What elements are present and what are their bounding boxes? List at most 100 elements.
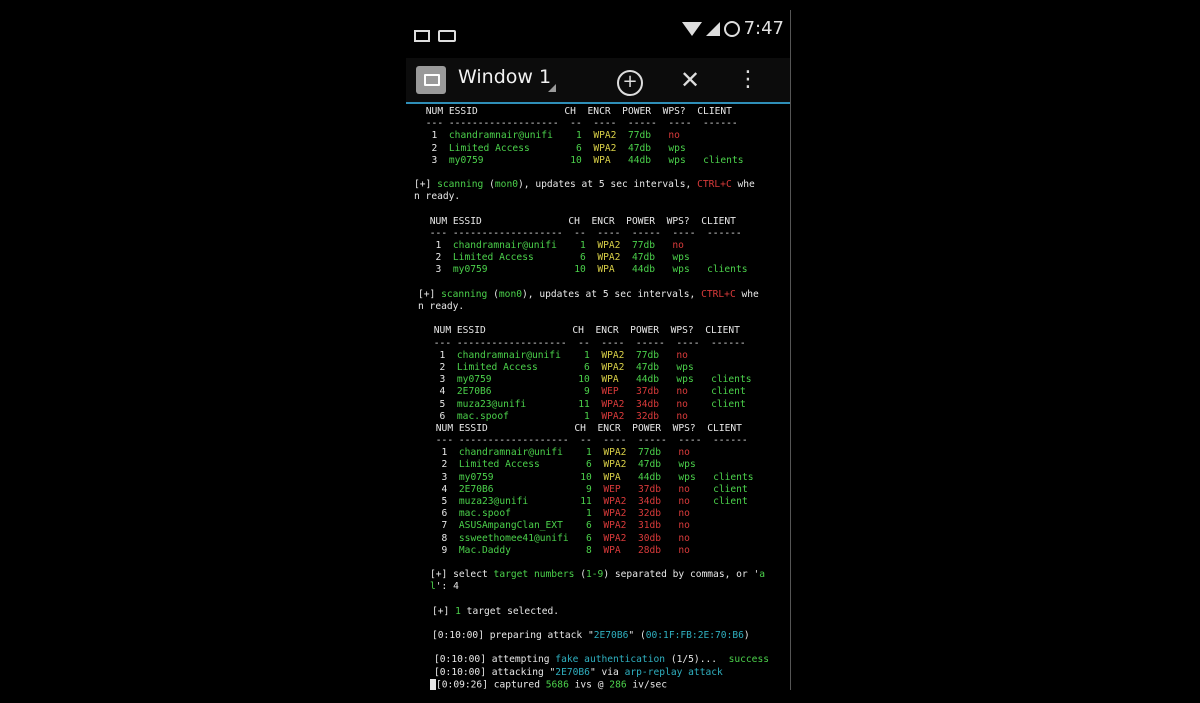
terminal-app-icon[interactable] — [416, 66, 446, 94]
row-wps: wps — [672, 252, 708, 264]
row-num: 3 — [424, 264, 453, 276]
row-encr: WPA2 — [603, 520, 638, 532]
msg-paren: ( — [487, 288, 499, 300]
row-power: 30db — [637, 532, 679, 544]
col-wps: WPS? — [666, 215, 702, 227]
row-wps: wps — [672, 264, 708, 276]
row-essid: chandramnair@unifi — [456, 349, 573, 361]
clock: 7:47 — [743, 18, 784, 39]
new-window-button[interactable]: + — [614, 64, 646, 96]
row-encr: WPA2 — [603, 496, 638, 507]
row-num: 1 — [420, 130, 449, 142]
row-client: clients — [711, 374, 752, 386]
table-row: 5 muza23@unifi 11 WPA2 34db no client — [412, 496, 790, 508]
row-ch: 1 — [574, 447, 604, 459]
scan-status-line-2: n ready. — [412, 301, 790, 313]
row-encr: WPA2 — [601, 349, 636, 361]
row-ch: 6 — [574, 532, 604, 544]
row-essid: Mac.Daddy — [458, 544, 575, 556]
row-power: 32db — [635, 410, 677, 422]
col-ch: CH — [574, 422, 598, 434]
row-essid: muza23@unifi — [458, 496, 575, 507]
col-client: CLIENT — [705, 325, 740, 337]
row-encr: WPA2 — [603, 447, 638, 459]
row-ch: 9 — [574, 483, 604, 495]
cap-unit: iv/sec — [626, 679, 668, 690]
preparing-line: [0:10:00] preparing attack "2E70B6" (00:… — [412, 630, 790, 642]
msg-mid: ), updates at 5 sec intervals, — [522, 288, 702, 300]
table-header-rule: --- ------------------- -- ---- ----- --… — [412, 118, 790, 130]
row-power: 77db — [627, 130, 669, 142]
col-ch: CH — [568, 215, 592, 227]
cap-ivs: 5686 — [545, 679, 569, 690]
col-num-essid: NUM ESSID — [420, 106, 565, 117]
table-header-rule: --- ------------------- -- ---- ----- --… — [412, 435, 790, 447]
msg-tail: whe — [735, 288, 759, 300]
table-row: 3 my0759 10 WPA 44db wps clients — [412, 154, 790, 167]
action-bar: Window 1 + ✕ ⋮ — [406, 58, 790, 104]
row-num: 9 — [430, 544, 459, 556]
overflow-menu-button[interactable]: ⋮ — [732, 64, 764, 96]
msg-ctrlc: CTRL+C — [701, 288, 736, 300]
dropdown-caret-icon[interactable] — [548, 84, 556, 92]
phone-screen: 7:47 Window 1 + ✕ ⋮ NUM ESSID CH ENCR PO… — [406, 10, 791, 690]
table-header: NUM ESSID CH ENCR POWER WPS? CLIENT — [412, 215, 790, 228]
row-num: 8 — [430, 532, 459, 544]
select-prefix: [+] select — [430, 569, 494, 581]
table-header: NUM ESSID CH ENCR POWER WPS? CLIENT — [412, 422, 790, 435]
status-bar: 7:47 — [406, 10, 790, 50]
table-row: 2 Limited Access 6 WPA2 47db wps — [412, 361, 790, 374]
row-power: 44db — [627, 154, 669, 166]
prep-mid: " ( — [628, 630, 646, 642]
row-encr: WPA — [601, 374, 636, 386]
row-wps: no — [678, 483, 714, 495]
cap-mid: ivs @ — [568, 679, 610, 690]
row-wps: no — [678, 544, 714, 556]
scan-status-line: [+] scanning (mon0), updates at 5 sec in… — [412, 179, 790, 191]
table-row: 8 ssweethomee41@unifi 6 WPA2 30db no — [412, 532, 790, 545]
row-essid: ASUSAmpangClan_EXT — [458, 520, 575, 532]
table-header-rule: --- ------------------- -- ---- ----- --… — [412, 228, 790, 240]
select-target-numbers: target numbers — [493, 569, 575, 581]
row-wps: wps — [678, 459, 714, 471]
table-row: 4 2E70B6 9 WEP 37db no client — [412, 386, 790, 398]
table-row: 1 chandramnair@unifi 1 WPA2 77db no — [412, 130, 790, 142]
msg-paren: ( — [483, 179, 495, 191]
select-range: 1-9 — [585, 569, 604, 581]
col-encr: ENCR — [597, 422, 633, 434]
row-ch: 10 — [564, 154, 594, 166]
close-icon: ✕ — [679, 66, 701, 94]
row-num: 1 — [430, 447, 459, 459]
msg-line2: n ready. — [414, 191, 461, 203]
row-num: 2 — [428, 361, 457, 373]
select-paren: ( — [574, 569, 586, 581]
cap-rate: 286 — [609, 679, 627, 690]
row-essid: ssweethomee41@unifi — [458, 532, 575, 544]
row-essid: 2E70B6 — [458, 483, 575, 495]
close-window-button[interactable]: ✕ — [674, 64, 706, 96]
window-title[interactable]: Window 1 — [458, 66, 551, 88]
video-camera-icon — [438, 30, 456, 42]
row-ch: 10 — [574, 471, 604, 483]
row-wps: no — [676, 386, 712, 398]
row-encr: WPA — [603, 471, 638, 483]
att-text: attempting — [485, 654, 556, 666]
terminal-output[interactable]: NUM ESSID CH ENCR POWER WPS? CLIENT --- … — [412, 106, 790, 690]
row-num: 1 — [428, 349, 457, 361]
cap-text: captured — [487, 679, 546, 690]
header-rule: --- ------------------- -- ---- ----- --… — [420, 118, 738, 130]
row-num: 2 — [430, 459, 459, 471]
row-num: 5 — [430, 496, 459, 507]
row-ch: 1 — [574, 508, 604, 520]
atk-essid: 2E70B6 — [555, 666, 590, 678]
row-essid: Limited Access — [456, 361, 573, 373]
msg-mid: ), updates at 5 sec intervals, — [518, 179, 698, 191]
row-ch: 1 — [572, 410, 602, 422]
row-client: client — [713, 483, 748, 495]
row-num: 4 — [430, 483, 459, 495]
table-row: 3 my0759 10 WPA 44db wps clients — [412, 264, 790, 276]
